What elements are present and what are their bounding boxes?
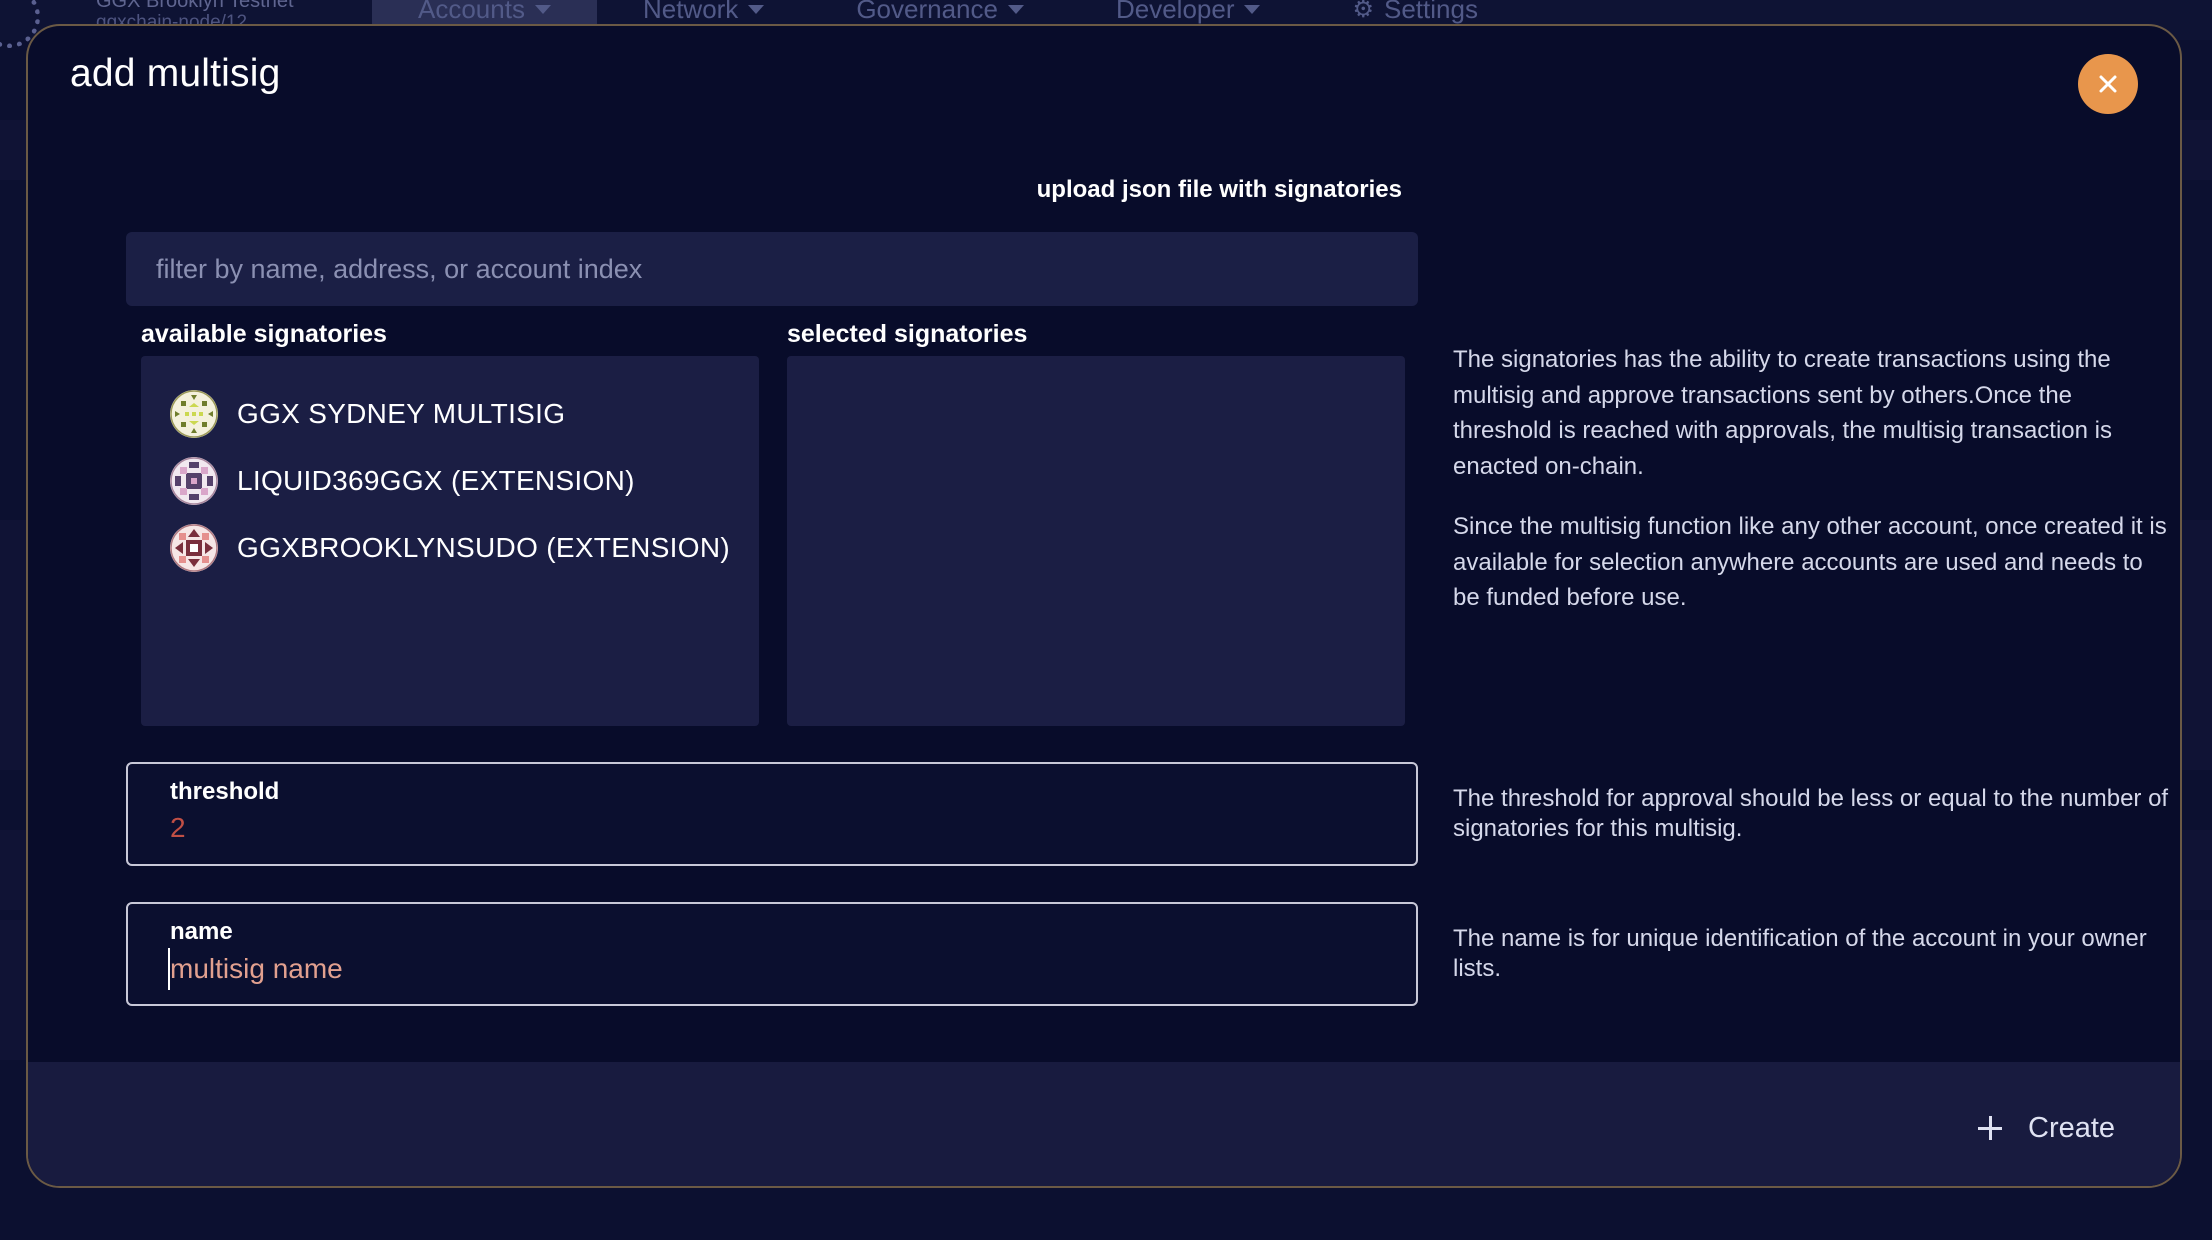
chevron-down-icon: [1244, 4, 1261, 14]
threshold-value[interactable]: 2: [170, 812, 186, 844]
close-icon: [2099, 75, 2117, 93]
nav-accounts: Accounts: [372, 0, 597, 26]
nav-settings-label: Settings: [1384, 0, 1478, 24]
nav-developer: Developer: [1070, 0, 1307, 26]
identicon-avatar: [169, 523, 219, 573]
gear-icon: ⚙: [1352, 0, 1374, 23]
modal-footer: [28, 1062, 2180, 1186]
plus-icon: [1978, 1116, 2002, 1140]
threshold-help: The threshold for approval should be les…: [1453, 785, 2169, 842]
signatory-name: GGX SYDNEY MULTISIG: [237, 397, 566, 429]
threshold-field[interactable]: threshold 2: [126, 762, 1418, 866]
name-field[interactable]: name: [126, 902, 1418, 1006]
signatory-item[interactable]: GGXBROOKLYNSUDO (EXTENSION): [169, 514, 759, 581]
nav-network-label: Network: [642, 0, 739, 24]
nav-developer-label: Developer: [1115, 0, 1235, 24]
name-label: name: [170, 918, 233, 945]
multisig-name-input[interactable]: [168, 948, 1352, 990]
nav-accounts-label: Accounts: [418, 0, 525, 24]
chevron-down-icon: [748, 4, 765, 14]
identicon-avatar: [169, 389, 219, 439]
help-text: The signatories has the ability to creat…: [1453, 346, 2112, 480]
selected-signatories-label: selected signatories: [787, 320, 1028, 348]
signatory-item[interactable]: LIQUID369GGX (EXTENSION): [169, 447, 759, 514]
help-text: Since the multisig function like any oth…: [1453, 513, 2167, 611]
signatory-name: GGXBROOKLYNSUDO (EXTENSION): [237, 531, 730, 563]
create-button[interactable]: Create: [1978, 1108, 2115, 1148]
nav-network: Network: [597, 0, 810, 26]
chevron-down-icon: [534, 4, 551, 14]
create-label: Create: [2028, 1111, 2116, 1144]
nav-governance-label: Governance: [856, 0, 998, 24]
chain-name: GGX Brooklyn Testnet: [96, 0, 294, 12]
upload-json-button[interactable]: upload json file with signatories: [1037, 176, 1402, 204]
nav-governance: Governance: [810, 0, 1070, 26]
available-signatories-label: available signatories: [141, 320, 387, 348]
available-signatories-list: GGX SYDNEY MULTISIG LIQUID369GGX (EXTENS…: [141, 356, 759, 726]
filter-input[interactable]: [126, 232, 1418, 306]
close-button[interactable]: [2078, 54, 2138, 114]
identicon-avatar: [169, 456, 219, 506]
selected-signatories-list[interactable]: [787, 356, 1405, 726]
signatory-name: LIQUID369GGX (EXTENSION): [237, 464, 635, 496]
threshold-label: threshold: [170, 778, 280, 805]
nav-settings: ⚙ Settings: [1306, 0, 1523, 26]
name-help: The name is for unique identification of…: [1453, 925, 2147, 982]
add-multisig-modal: add multisig upload json file with signa…: [26, 24, 2182, 1188]
signatory-item[interactable]: GGX SYDNEY MULTISIG: [169, 380, 759, 447]
chevron-down-icon: [1007, 4, 1024, 14]
modal-title: add multisig: [70, 52, 281, 95]
signatories-help: The signatories has the ability to creat…: [1453, 342, 2173, 641]
